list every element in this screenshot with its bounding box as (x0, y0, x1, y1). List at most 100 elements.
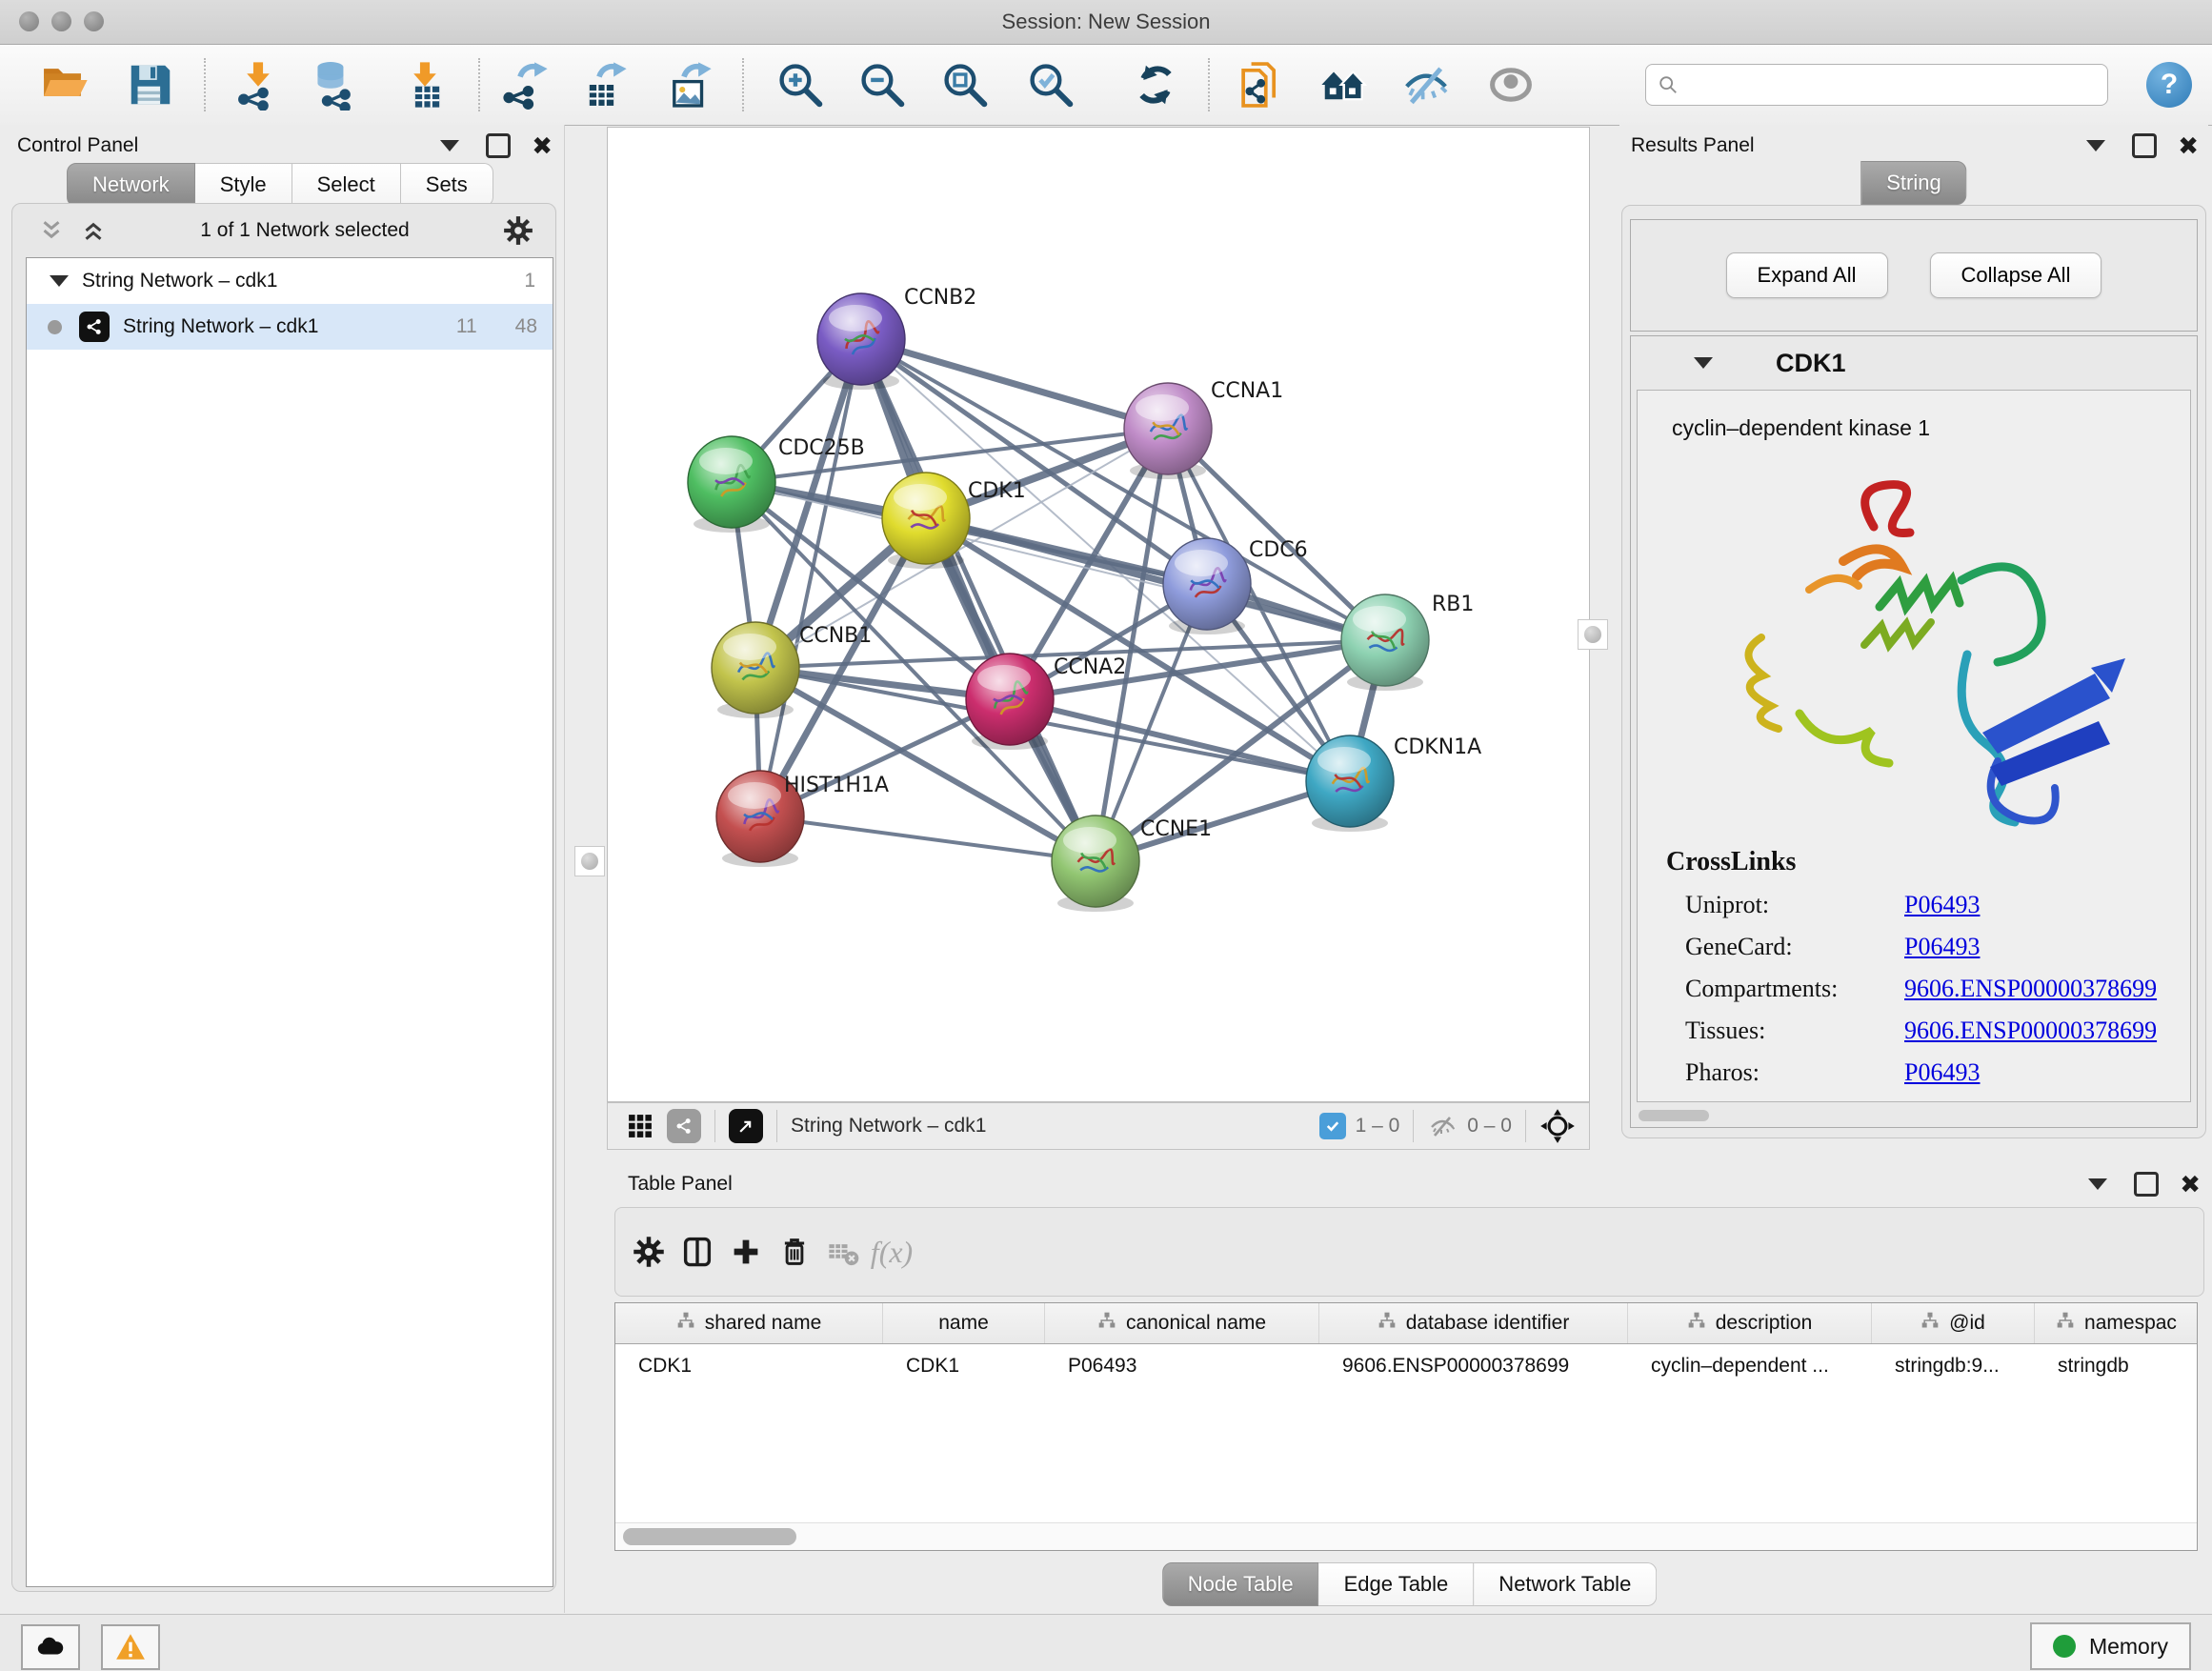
tab-network[interactable]: Network (67, 163, 195, 207)
tab-select[interactable]: Select (292, 163, 401, 207)
tab-node-table[interactable]: Node Table (1162, 1562, 1319, 1606)
close-panel-icon[interactable]: ✖ (2180, 1170, 2201, 1199)
zoom-selected-button[interactable] (1023, 57, 1078, 112)
tab-edge-table[interactable]: Edge Table (1319, 1562, 1475, 1606)
panel-menu-icon[interactable] (2086, 140, 2105, 151)
column-header-database-identifier[interactable]: database identifier (1319, 1303, 1628, 1343)
cell-@id[interactable]: stringdb:9... (1872, 1355, 2035, 1378)
search-input[interactable] (1688, 73, 2096, 97)
close-window-icon[interactable] (19, 11, 39, 31)
protein-section-header[interactable]: CDK1 (1631, 336, 2197, 390)
table-hscrollbar[interactable] (615, 1522, 2197, 1550)
network-graph[interactable]: CCNB2CCNA1CDC25BCDK1CDC6RB1CCNB1CCNA2CDK… (608, 128, 1589, 1101)
preview-button[interactable] (1483, 57, 1538, 112)
collapse-all-button[interactable]: Collapse All (1930, 252, 2102, 298)
cell-name[interactable]: CDK1 (883, 1355, 1045, 1378)
function-builder-button[interactable]: f(x) (874, 1234, 910, 1270)
table-row[interactable]: CDK1CDK1P064939606.ENSP00000378699cyclin… (615, 1344, 2197, 1388)
warning-status-button[interactable] (101, 1624, 160, 1670)
delete-column-button[interactable] (776, 1234, 813, 1270)
edge-CCNB2-HIST1H1A[interactable] (760, 339, 861, 816)
collapse-section-icon[interactable] (1694, 357, 1713, 369)
export-network-button[interactable] (497, 57, 553, 112)
cloud-status-button[interactable] (21, 1624, 80, 1670)
right-splitter-handle[interactable] (1578, 619, 1608, 650)
cell-shared-name[interactable]: CDK1 (615, 1355, 883, 1378)
expand-all-button[interactable]: Expand All (1726, 252, 1888, 298)
export-image-button[interactable] (661, 57, 716, 112)
float-panel-icon[interactable] (2134, 1172, 2159, 1197)
crosshair-icon[interactable] (1539, 1108, 1576, 1144)
search-field[interactable] (1645, 64, 2108, 106)
save-session-button[interactable] (123, 57, 178, 112)
string-import-button[interactable] (1232, 57, 1287, 112)
cell-namespac[interactable]: stringdb (2035, 1355, 2198, 1378)
panel-menu-icon[interactable] (440, 140, 459, 151)
help-button[interactable]: ? (2146, 62, 2192, 108)
column-header-namespac[interactable]: namespac (2035, 1303, 2198, 1343)
window-controls[interactable] (19, 11, 104, 31)
node-HIST1H1A[interactable]: HIST1H1A (716, 771, 889, 867)
node-CDKN1A[interactable]: CDKN1A (1306, 735, 1481, 832)
node-RB1[interactable]: RB1 (1341, 593, 1474, 691)
expand-all-icon[interactable] (79, 216, 108, 245)
horizontal-scrollbar-thumb[interactable] (1639, 1110, 1709, 1121)
zoom-out-button[interactable] (855, 57, 910, 112)
float-panel-icon[interactable] (486, 133, 511, 158)
tab-string[interactable]: String (1860, 161, 1966, 205)
edge-CDK1-RB1[interactable] (926, 518, 1385, 640)
import-network-database-button[interactable] (308, 57, 363, 112)
export-table-button[interactable] (576, 57, 632, 112)
table-gear-button[interactable] (631, 1234, 667, 1270)
zoom-window-icon[interactable] (84, 11, 104, 31)
crosslink-link[interactable]: P06493 (1904, 933, 1980, 961)
node-CDK1[interactable]: CDK1 (882, 473, 1026, 569)
cell-database-identifier[interactable]: 9606.ENSP00000378699 (1319, 1355, 1628, 1378)
add-column-button[interactable] (728, 1234, 764, 1270)
close-panel-icon[interactable]: ✖ (2178, 131, 2199, 161)
cell-canonical-name[interactable]: P06493 (1045, 1355, 1319, 1378)
import-table-file-button[interactable] (397, 57, 452, 112)
open-session-button[interactable] (37, 57, 92, 112)
import-network-file-button[interactable] (231, 57, 286, 112)
birds-eye-grid-button[interactable] (623, 1109, 657, 1143)
column-header-shared-name[interactable]: shared name (615, 1303, 883, 1343)
home-button[interactable] (1317, 57, 1372, 112)
scrollbar-thumb[interactable] (623, 1528, 796, 1545)
node-CCNE1[interactable]: CCNE1 (1052, 815, 1212, 912)
network-row-selected[interactable]: String Network – cdk1 11 48 (27, 304, 553, 350)
collapse-icon[interactable] (50, 275, 69, 287)
minimize-window-icon[interactable] (51, 11, 71, 31)
refresh-button[interactable] (1128, 57, 1183, 112)
crosslink-link[interactable]: P06493 (1904, 891, 1980, 919)
show-graphics-details-button[interactable] (1398, 57, 1454, 112)
collapse-all-icon[interactable] (37, 216, 66, 245)
gear-icon[interactable] (502, 214, 534, 247)
column-header-canonical-name[interactable]: canonical name (1045, 1303, 1319, 1343)
edge-HIST1H1A-CCNE1[interactable] (760, 816, 1096, 861)
cell-description[interactable]: cyclin–dependent ... (1628, 1355, 1872, 1378)
tab-network-table[interactable]: Network Table (1474, 1562, 1657, 1606)
column-header-description[interactable]: description (1628, 1303, 1872, 1343)
crosslink-link[interactable]: P06493 (1904, 1058, 1980, 1087)
fit-content-button[interactable] (937, 57, 993, 112)
panel-menu-icon[interactable] (2088, 1178, 2107, 1190)
open-in-window-button[interactable] (729, 1109, 763, 1143)
tab-style[interactable]: Style (195, 163, 292, 207)
selected-checkbox[interactable] (1319, 1113, 1346, 1139)
float-panel-icon[interactable] (2132, 133, 2157, 158)
close-panel-icon[interactable]: ✖ (532, 131, 553, 161)
column-header-name[interactable]: name (883, 1303, 1045, 1343)
column-header-@id[interactable]: @id (1872, 1303, 2035, 1343)
crosslink-link[interactable]: 9606.ENSP00000378699 (1904, 975, 2157, 1003)
delete-table-button[interactable] (825, 1234, 861, 1270)
crosslink-link[interactable]: 9606.ENSP00000378699 (1904, 1017, 2157, 1045)
network-canvas[interactable]: CCNB2CCNA1CDC25BCDK1CDC6RB1CCNB1CCNA2CDK… (607, 127, 1590, 1102)
network-collection-row[interactable]: String Network – cdk1 1 (27, 258, 553, 304)
node-CCNB2[interactable]: CCNB2 (817, 286, 976, 390)
network-share-button[interactable] (667, 1109, 701, 1143)
show-columns-button[interactable] (679, 1234, 715, 1270)
zoom-in-button[interactable] (773, 57, 828, 112)
edge-CCNB2-CCNA1[interactable] (861, 339, 1168, 429)
left-splitter-handle[interactable] (574, 846, 605, 876)
